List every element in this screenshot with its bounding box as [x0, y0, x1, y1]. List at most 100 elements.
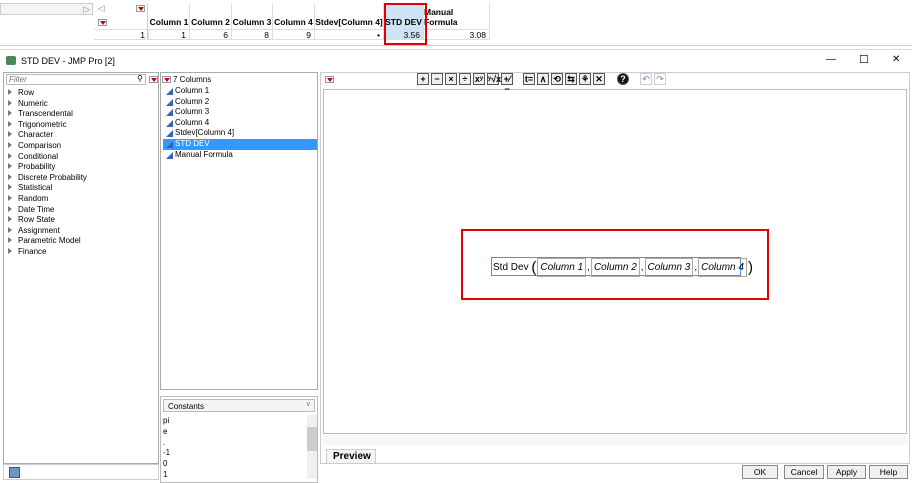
columns-menu-button[interactable]	[162, 76, 171, 83]
help-button[interactable]: Help	[869, 465, 908, 479]
expand-icon	[8, 131, 12, 138]
constants-panel: Constants v pi e. -1 0 1	[160, 396, 318, 483]
corner-menu-button[interactable]	[136, 5, 145, 12]
rows-menu-button[interactable]	[98, 19, 107, 26]
toolbar-button[interactable]: t=	[523, 73, 535, 85]
maximize-button[interactable]: ☐	[859, 53, 869, 66]
title-bar: STD DEV - JMP Pro [2] — ☐ ✕	[0, 49, 912, 71]
function-category[interactable]: Character	[8, 130, 53, 140]
minimize-button[interactable]: —	[826, 54, 836, 65]
function-category[interactable]: Numeric	[8, 99, 48, 109]
expand-icon	[8, 195, 12, 201]
constant-item[interactable]: -1	[163, 448, 170, 458]
column-item-label: Column 4	[175, 117, 210, 127]
column-header[interactable]: Column 4	[273, 3, 315, 29]
column-item[interactable]: Stdev[Column 4]	[163, 128, 317, 139]
function-category[interactable]: Row State	[8, 215, 55, 225]
function-category[interactable]: Finance	[8, 247, 46, 257]
column-item[interactable]: Column 3	[163, 107, 317, 118]
window-title: STD DEV - JMP Pro [2]	[21, 56, 115, 66]
column-header[interactable]: Column 3	[232, 3, 273, 29]
table-cell[interactable]: 6	[190, 29, 232, 40]
function-category[interactable]: Transcendental	[8, 109, 73, 119]
constant-item[interactable]: .	[163, 438, 165, 448]
function-category[interactable]: Comparison	[8, 141, 61, 151]
column-item[interactable]: Manual Formula	[163, 150, 317, 161]
column-header[interactable]: Column 2	[190, 3, 232, 29]
toolbar-button[interactable]: ✕	[593, 73, 605, 85]
editor-menu-button[interactable]	[325, 76, 334, 83]
toolbar-button[interactable]: ÷	[459, 73, 471, 85]
functions-menu-button[interactable]	[149, 76, 158, 83]
function-category[interactable]: Row	[8, 88, 34, 98]
column-header[interactable]: Column 1	[149, 3, 190, 29]
constant-item[interactable]: 0	[163, 459, 167, 469]
expand-icon	[8, 173, 12, 180]
row-number[interactable]: 1	[94, 29, 149, 40]
toolbar-button[interactable]: +⁄−	[501, 73, 513, 94]
column-item-label: Stdev[Column 4]	[175, 128, 235, 138]
ok-button[interactable]: OK	[742, 465, 778, 479]
function-category[interactable]: Probability	[8, 162, 55, 172]
toolbar-button[interactable]: −	[431, 73, 443, 85]
function-category[interactable]: Assignment	[8, 226, 60, 236]
toolbar-button[interactable]: +	[417, 73, 429, 85]
toolbar-button[interactable]: ↷	[654, 73, 666, 85]
constant-item[interactable]: pi	[163, 416, 169, 426]
function-category[interactable]: Conditional	[8, 152, 58, 162]
toolbar-button[interactable]: ∧	[537, 73, 549, 85]
constant-item[interactable]: 1	[163, 470, 167, 480]
preview-toggle[interactable]: Preview	[326, 449, 376, 464]
column-item-label: Manual Formula	[175, 149, 233, 159]
toolbar-button[interactable]: ⚘	[579, 73, 591, 85]
close-button[interactable]: ✕	[892, 54, 900, 65]
function-category[interactable]: Random	[8, 194, 48, 204]
settings-icon[interactable]	[9, 467, 20, 478]
highlight-box	[461, 229, 769, 300]
column-item-selected[interactable]: STD DEV	[163, 139, 317, 150]
columns-count: 7 Columns	[173, 75, 212, 84]
continuous-column-icon	[166, 130, 173, 138]
column-item[interactable]: Column 4	[163, 118, 317, 129]
column-header[interactable]: Manual Formula	[424, 3, 490, 29]
continuous-column-icon	[166, 119, 173, 127]
column-header[interactable]: Stdev[Column 4]	[315, 3, 384, 29]
toolbar-button[interactable]: ⟲	[551, 73, 563, 85]
column-item[interactable]: Column 1	[163, 86, 317, 97]
left-arrow-icon[interactable]: ◁	[98, 3, 105, 14]
toolbar-button[interactable]: xʸ	[473, 73, 485, 85]
toolbar-button[interactable]: ↶	[640, 73, 652, 85]
toolbar-button[interactable]: ?	[617, 73, 629, 85]
constant-item[interactable]: e	[163, 427, 167, 437]
function-category[interactable]: Statistical	[8, 183, 52, 193]
table-cell[interactable]: 1	[149, 29, 190, 40]
continuous-column-icon	[166, 109, 173, 117]
apply-button[interactable]: Apply	[827, 465, 866, 479]
table-cell[interactable]: •	[315, 29, 384, 40]
horizontal-scrollbar[interactable]	[323, 435, 907, 445]
column-item[interactable]: Column 2	[163, 97, 317, 108]
function-category[interactable]: Date Time	[8, 205, 54, 215]
function-category[interactable]: Parametric Model	[8, 236, 81, 246]
expand-icon	[8, 163, 12, 170]
formula-canvas[interactable]: Std Dev (Column 1, Column 2, Column 3, Colu…	[323, 89, 907, 434]
table-cell[interactable]: 8	[232, 29, 273, 40]
column-item-label: Column 2	[175, 96, 210, 106]
functions-panel: ⚲ RowNumericTranscendentalTrigonometricC…	[3, 72, 159, 464]
function-category[interactable]: Discrete Probability	[8, 173, 87, 183]
constants-scrollbar[interactable]	[307, 415, 317, 479]
toolbar-button[interactable]: ⇆	[565, 73, 577, 85]
function-category[interactable]: Trigonometric	[8, 120, 67, 130]
function-category-label: Row State	[18, 215, 55, 225]
table-cell[interactable]: 3.08	[424, 29, 490, 40]
toolbar-button[interactable]: ×	[445, 73, 457, 85]
toolbar-button[interactable]: ʸ√x	[487, 73, 501, 85]
cancel-button[interactable]: Cancel	[784, 465, 824, 479]
table-cell[interactable]: 9	[273, 29, 315, 40]
expand-icon	[8, 226, 12, 233]
continuous-column-icon	[166, 141, 173, 148]
filter-input[interactable]	[6, 74, 146, 85]
status-bar	[3, 464, 159, 480]
collapse-icon[interactable]: ▷	[83, 4, 90, 15]
constants-dropdown[interactable]: Constants v	[163, 399, 315, 412]
